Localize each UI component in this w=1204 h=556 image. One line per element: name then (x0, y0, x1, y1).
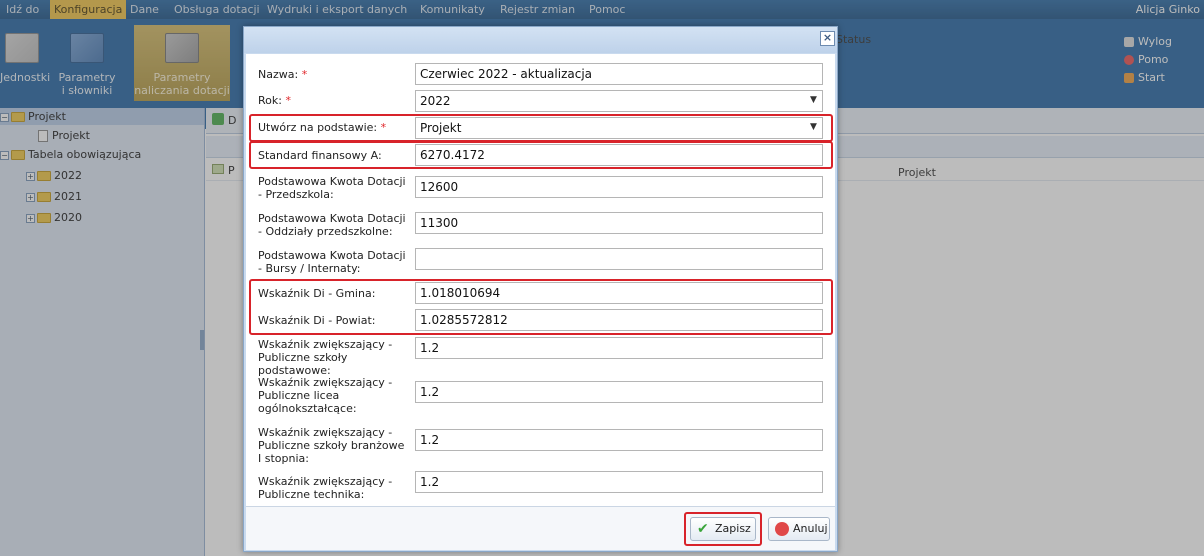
dialog-footer: ✔ Zapisz Anuluj (246, 506, 835, 550)
base-amount-preschool-units-label: Podstawowa Kwota Dotacji - Oddziały prze… (258, 212, 406, 238)
year-select[interactable]: 2022 ▼ (415, 90, 823, 112)
base-amount-dorms-label: Podstawowa Kwota Dotacji - Bursy / Inter… (258, 249, 406, 275)
save-button-label: Zapisz (715, 522, 751, 535)
year-label: Rok: * (258, 94, 291, 107)
save-button[interactable]: ✔ Zapisz (690, 517, 756, 541)
dialog-header: × (244, 27, 837, 53)
multiplier-primary-schools-label: Wskaźnik zwiększający - Publiczne szkoły… (258, 338, 393, 377)
close-icon[interactable]: × (820, 31, 835, 46)
base-amount-preschools-field[interactable]: 12600 (415, 176, 823, 198)
name-field[interactable]: Czerwiec 2022 - aktualizacja (415, 63, 823, 85)
base-amount-dorms-field[interactable] (415, 248, 823, 270)
multiplier-vocational-field[interactable]: 1.2 (415, 429, 823, 451)
year-select-value: 2022 (420, 94, 451, 108)
multiplier-vocational-label: Wskaźnik zwiększający - Publiczne szkoły… (258, 426, 405, 465)
multiplier-technical-label: Wskaźnik zwiększający - Publiczne techni… (258, 475, 393, 501)
checkmark-icon: ✔ (697, 521, 709, 537)
multiplier-high-schools-field[interactable]: 1.2 (415, 381, 823, 403)
chevron-down-icon: ▼ (810, 95, 817, 105)
multiplier-high-schools-label: Wskaźnik zwiększający - Publiczne licea … (258, 376, 393, 415)
name-label: Nazwa: * (258, 68, 308, 81)
cancel-icon (775, 522, 789, 536)
dialog-form: Nazwa: * Czerwiec 2022 - aktualizacja Ro… (246, 54, 835, 506)
highlight-financial-standard (249, 141, 833, 169)
cancel-button[interactable]: Anuluj (768, 517, 830, 541)
new-parameters-dialog: × Nazwa: * Czerwiec 2022 - aktualizacja … (243, 26, 838, 552)
cancel-button-label: Anuluj (793, 522, 828, 535)
multiplier-technical-field[interactable]: 1.2 (415, 471, 823, 493)
highlight-base-on (249, 114, 833, 142)
highlight-di-indices (249, 279, 833, 335)
multiplier-primary-schools-field[interactable]: 1.2 (415, 337, 823, 359)
base-amount-preschools-label: Podstawowa Kwota Dotacji - Przedszkola: (258, 175, 406, 201)
base-amount-preschool-units-field[interactable]: 11300 (415, 212, 823, 234)
